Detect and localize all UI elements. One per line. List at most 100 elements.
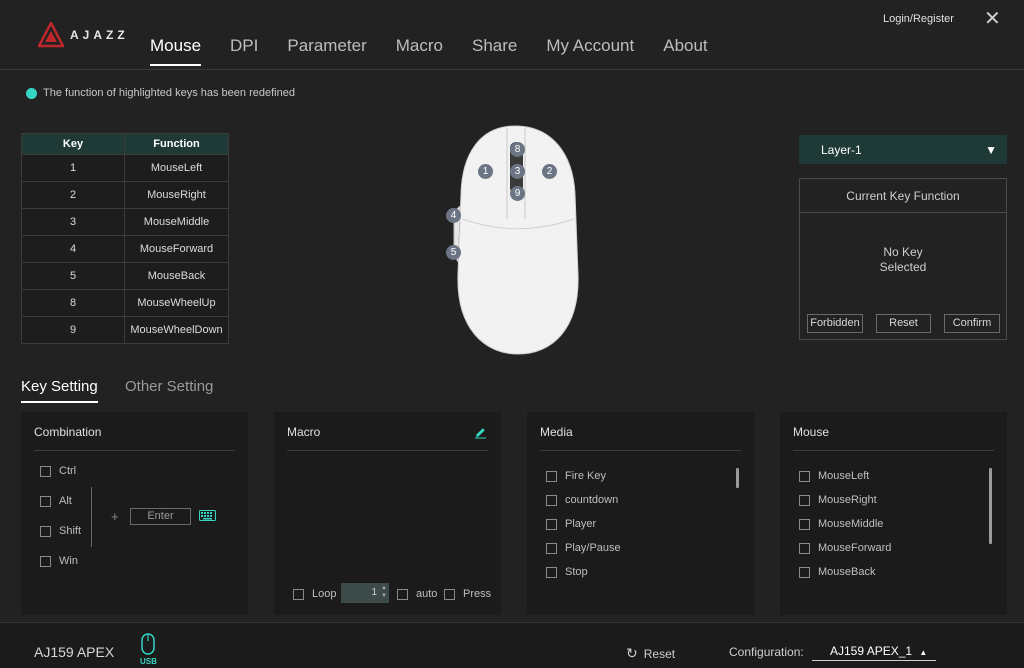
tab-macro[interactable]: Macro <box>396 36 443 66</box>
mouse-item-middle[interactable]: MouseMiddle <box>799 518 883 530</box>
mouse-item-label: MouseBack <box>818 566 876 578</box>
checkbox-box[interactable] <box>546 470 557 482</box>
button-4-badge[interactable]: 4 <box>446 208 461 223</box>
redefined-notice: The function of highlighted keys has bee… <box>26 87 295 99</box>
key-function-table: Key Function 1 MouseLeft 2 MouseRight 3 Mou… <box>21 133 229 344</box>
stepper-arrows-icon[interactable]: ▲ ▼ <box>381 584 387 600</box>
checkbox-box[interactable] <box>799 470 810 482</box>
media-item-play-pause[interactable]: Play/Pause <box>546 542 621 554</box>
usb-mouse-icon <box>141 633 155 655</box>
table-row[interactable]: 3 MouseMiddle <box>21 208 229 236</box>
button-3-badge[interactable]: 3 <box>510 164 525 179</box>
combination-panel: Combination Ctrl Alt Shift Win + Enter <box>21 412 248 615</box>
bracket-line <box>91 487 92 547</box>
reset-button[interactable]: Reset <box>876 314 931 333</box>
pencil-icon[interactable] <box>474 426 487 439</box>
mouse-item-label: MouseMiddle <box>818 518 884 530</box>
configuration-select[interactable]: AJ159 APEX_1 ▲ <box>812 644 936 661</box>
highlight-dot-icon <box>26 87 37 99</box>
alt-label: Alt <box>59 495 72 507</box>
mouse-item-forward[interactable]: MouseForward <box>799 542 891 554</box>
checkbox-box[interactable] <box>40 465 51 477</box>
checkbox-box[interactable] <box>546 542 557 554</box>
panel-divider <box>793 450 994 451</box>
login-register-link[interactable]: Login/Register <box>883 13 954 25</box>
panel-divider <box>287 450 488 451</box>
checkbox-box[interactable] <box>40 555 51 567</box>
refresh-icon: ↻ <box>626 645 638 661</box>
table-row[interactable]: 1 MouseLeft <box>21 154 229 182</box>
tab-share[interactable]: Share <box>472 36 517 66</box>
ctrl-label: Ctrl <box>59 465 77 477</box>
plus-sign: + <box>111 509 119 524</box>
shift-checkbox[interactable]: Shift <box>40 525 81 537</box>
checkbox-box[interactable] <box>397 588 408 600</box>
table-row[interactable]: 4 MouseForward <box>21 235 229 263</box>
checkbox-box[interactable] <box>546 566 557 578</box>
table-row[interactable]: 5 MouseBack <box>21 262 229 290</box>
footer-reset-button[interactable]: ↻ Reset <box>626 645 675 662</box>
mouse-scrollbar[interactable] <box>989 468 992 544</box>
checkbox-box[interactable] <box>40 495 51 507</box>
forbidden-button[interactable]: Forbidden <box>807 314 863 333</box>
tab-my-account[interactable]: My Account <box>546 36 634 66</box>
media-item-player[interactable]: Player <box>546 518 596 530</box>
tab-other-setting[interactable]: Other Setting <box>125 378 213 401</box>
mouse-function-panel: Mouse MouseLeft MouseRight MouseMiddle M… <box>780 412 1007 615</box>
tab-about[interactable]: About <box>663 36 707 66</box>
checkbox-box[interactable] <box>546 494 557 506</box>
table-row[interactable]: 2 MouseRight <box>21 181 229 209</box>
main-nav: Mouse DPI Parameter Macro Share My Accou… <box>150 36 737 66</box>
checkbox-box[interactable] <box>799 542 810 554</box>
mouse-panel-title: Mouse <box>793 425 830 439</box>
function-cell: MouseMiddle <box>124 208 229 236</box>
tab-dpi[interactable]: DPI <box>230 36 258 66</box>
media-item-label: Stop <box>565 566 588 578</box>
checkbox-box[interactable] <box>546 518 557 530</box>
device-name: AJ159 APEX <box>34 644 115 660</box>
mouse-item-back[interactable]: MouseBack <box>799 566 875 578</box>
key-cell: 8 <box>21 289 125 317</box>
button-5-badge[interactable]: 5 <box>446 245 461 260</box>
table-row[interactable]: 8 MouseWheelUp <box>21 289 229 317</box>
loop-count-stepper[interactable]: 1 ▲ ▼ <box>341 583 389 603</box>
checkbox-box[interactable] <box>799 518 810 530</box>
media-item-countdown[interactable]: countdown <box>546 494 618 506</box>
brand-name: AJAZZ <box>70 28 129 42</box>
checkbox-box[interactable] <box>799 494 810 506</box>
alt-checkbox[interactable]: Alt <box>40 495 72 507</box>
keyboard-icon[interactable] <box>199 510 216 521</box>
press-checkbox[interactable]: Press <box>444 588 491 600</box>
caret-up-icon: ▲ <box>919 648 928 657</box>
checkbox-box[interactable] <box>293 588 304 600</box>
button-8-badge[interactable]: 8 <box>510 142 525 157</box>
loop-checkbox[interactable]: Loop <box>293 588 336 600</box>
checkbox-box[interactable] <box>799 566 810 578</box>
button-2-badge[interactable]: 2 <box>542 164 557 179</box>
media-scrollbar[interactable] <box>736 468 739 488</box>
close-icon[interactable]: ✕ <box>984 9 1001 29</box>
checkbox-box[interactable] <box>40 525 51 537</box>
tab-key-setting[interactable]: Key Setting <box>21 378 98 403</box>
confirm-button[interactable]: Confirm <box>944 314 1000 333</box>
function-column-header: Function <box>124 133 229 155</box>
mouse-item-right[interactable]: MouseRight <box>799 494 877 506</box>
tab-mouse[interactable]: Mouse <box>150 36 202 66</box>
macro-title: Macro <box>287 425 321 439</box>
media-item-stop[interactable]: Stop <box>546 566 588 578</box>
mouse-item-left[interactable]: MouseLeft <box>799 470 869 482</box>
tab-parameter[interactable]: Parameter <box>287 36 366 66</box>
layer-dropdown[interactable]: Layer-1 ▼ <box>799 135 1007 164</box>
loop-label: Loop <box>312 588 337 600</box>
shift-label: Shift <box>59 525 82 537</box>
key-input[interactable]: Enter <box>130 508 191 525</box>
auto-checkbox[interactable]: auto <box>397 588 437 600</box>
button-1-badge[interactable]: 1 <box>478 164 493 179</box>
checkbox-box[interactable] <box>444 588 455 600</box>
table-row[interactable]: 9 MouseWheelDown <box>21 316 229 344</box>
win-checkbox[interactable]: Win <box>40 555 78 567</box>
button-9-badge[interactable]: 9 <box>510 186 525 201</box>
media-item-fire-key[interactable]: Fire Key <box>546 470 606 482</box>
ctrl-checkbox[interactable]: Ctrl <box>40 465 76 477</box>
dropdown-arrow-icon: ▼ <box>985 142 997 157</box>
